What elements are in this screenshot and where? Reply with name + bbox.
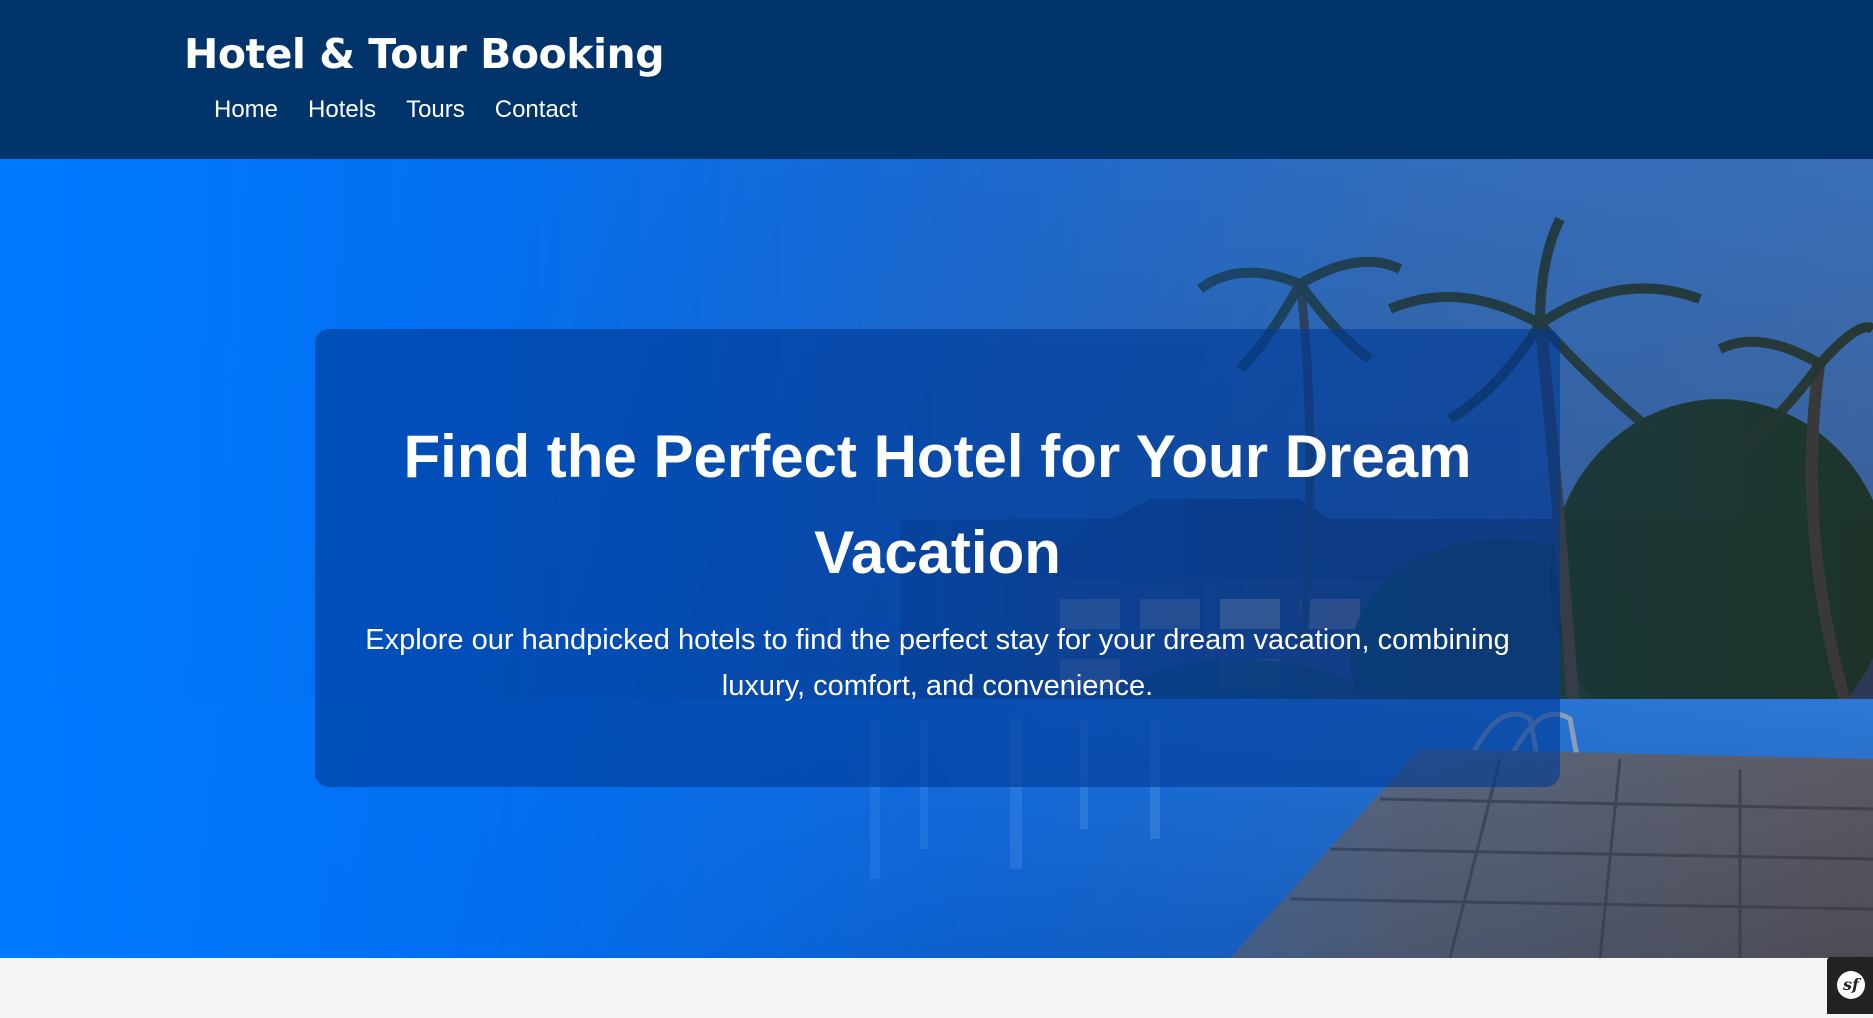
hero-section: Find the Perfect Hotel for Your Dream Va… (0, 159, 1873, 958)
hero-card: Find the Perfect Hotel for Your Dream Va… (315, 329, 1560, 787)
hero-heading: Find the Perfect Hotel for Your Dream Va… (403, 423, 1472, 586)
debug-toolbar-toggle[interactable]: sf (1827, 957, 1873, 1014)
page-bottom-area (0, 958, 1873, 1018)
nav-home-link[interactable]: Home (214, 96, 278, 124)
nav-contact-link[interactable]: Contact (495, 96, 578, 124)
symfony-logo-icon: sf (1837, 971, 1865, 999)
main-nav: Home Hotels Tours Contact (214, 96, 577, 124)
site-title: Hotel & Tour Booking (184, 30, 665, 78)
nav-tours-link[interactable]: Tours (406, 96, 465, 124)
hero-description: Explore our handpicked hotels to find th… (365, 624, 1510, 702)
site-header: Hotel & Tour Booking Home Hotels Tours C… (0, 0, 1873, 159)
nav-hotels-link[interactable]: Hotels (308, 96, 376, 124)
